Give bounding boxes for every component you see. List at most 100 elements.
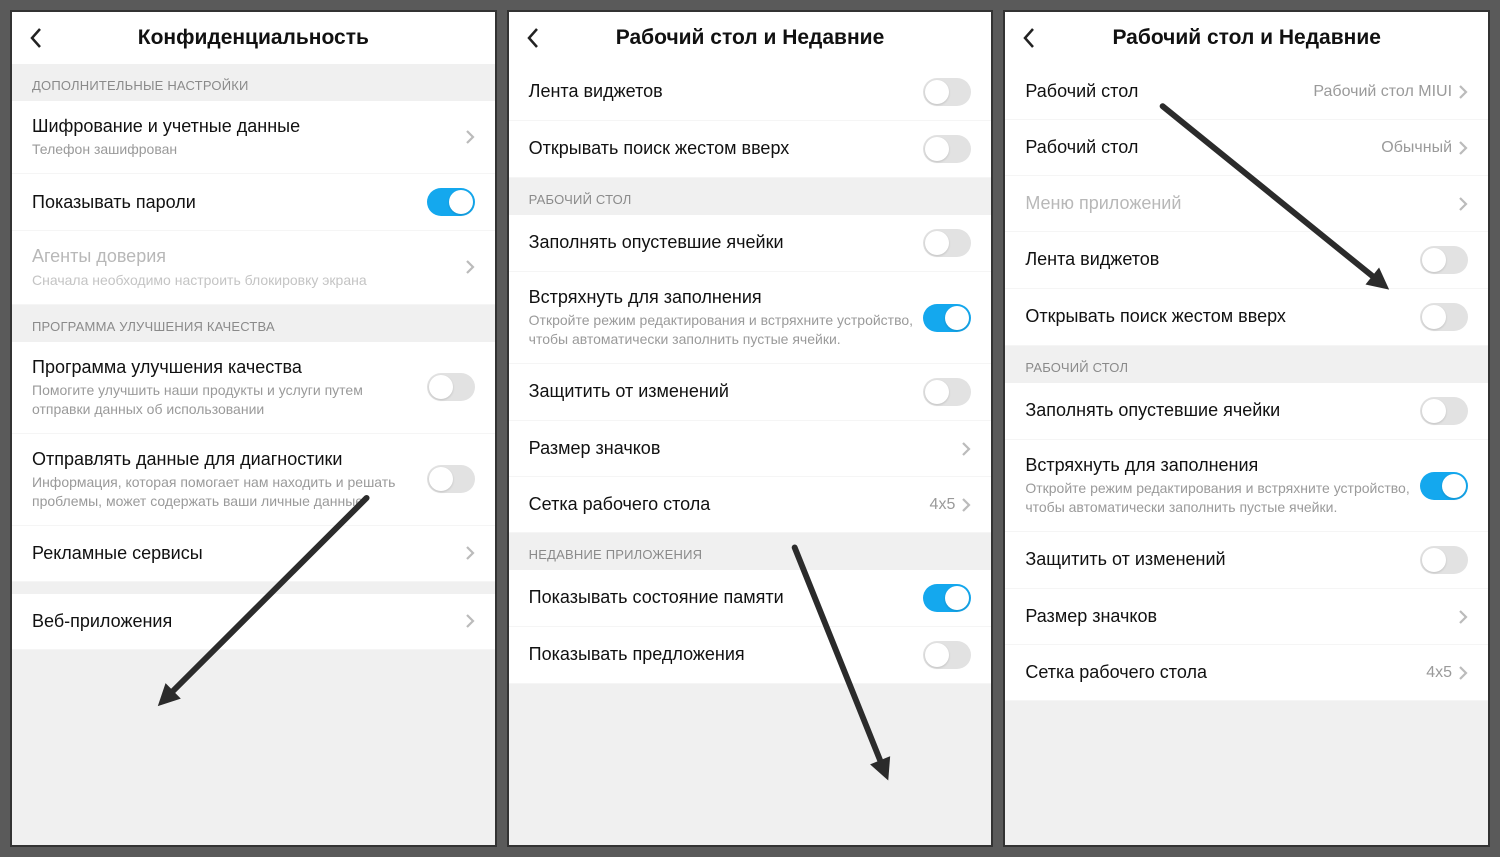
settings-row[interactable]: Защитить от изменений bbox=[509, 364, 992, 421]
settings-row[interactable]: Встряхнуть для заполненияОткройте режим … bbox=[1005, 440, 1488, 532]
back-button[interactable] bbox=[24, 26, 48, 50]
row-text: Защитить от изменений bbox=[1025, 548, 1420, 571]
toggle-switch[interactable] bbox=[923, 378, 971, 406]
chevron-left-icon bbox=[526, 27, 540, 49]
row-text: Размер значков bbox=[1025, 605, 1458, 628]
row-subtitle: Информация, которая помогает нам находит… bbox=[32, 473, 417, 511]
phone-screen-1: Рабочий стол и НедавниеЛента виджетовОтк… bbox=[507, 10, 994, 847]
settings-row[interactable]: Защитить от изменений bbox=[1005, 532, 1488, 589]
settings-row[interactable]: Показывать предложения bbox=[509, 627, 992, 684]
settings-row[interactable]: Заполнять опустевшие ячейки bbox=[1005, 383, 1488, 440]
settings-group: Шифрование и учетные данныеТелефон зашиф… bbox=[12, 101, 495, 305]
toggle-switch[interactable] bbox=[923, 304, 971, 332]
toggle-knob bbox=[1422, 399, 1446, 423]
row-title: Защитить от изменений bbox=[1025, 548, 1410, 571]
toggle-switch[interactable] bbox=[923, 78, 971, 106]
settings-row: Меню приложений bbox=[1005, 176, 1488, 232]
chevron-left-icon bbox=[1022, 27, 1036, 49]
toggle-switch[interactable] bbox=[923, 584, 971, 612]
settings-row[interactable]: Рекламные сервисы bbox=[12, 526, 495, 582]
settings-group: Показывать состояние памятиПоказывать пр… bbox=[509, 570, 992, 684]
settings-row[interactable]: Открывать поиск жестом вверх bbox=[1005, 289, 1488, 346]
settings-row[interactable]: Сетка рабочего стола 4x5 bbox=[509, 477, 992, 533]
row-text: Сетка рабочего стола bbox=[529, 493, 930, 516]
settings-row[interactable]: Показывать состояние памяти bbox=[509, 570, 992, 627]
settings-row[interactable]: Лента виджетов bbox=[509, 64, 992, 121]
toggle-switch[interactable] bbox=[427, 465, 475, 493]
back-button[interactable] bbox=[1017, 26, 1041, 50]
row-value: 4x5 bbox=[930, 496, 956, 514]
settings-row[interactable]: Открывать поиск жестом вверх bbox=[509, 121, 992, 178]
row-value: Обычный bbox=[1381, 139, 1452, 157]
row-title: Заполнять опустевшие ячейки bbox=[529, 231, 914, 254]
row-title: Меню приложений bbox=[1025, 192, 1448, 215]
settings-row[interactable]: Шифрование и учетные данныеТелефон зашиф… bbox=[12, 101, 495, 174]
row-title: Открывать поиск жестом вверх bbox=[529, 137, 914, 160]
settings-group: Веб-приложения bbox=[12, 594, 495, 650]
chevron-right-icon bbox=[1458, 84, 1468, 100]
row-text: Открывать поиск жестом вверх bbox=[1025, 305, 1420, 328]
settings-group: Рабочий столРабочий стол MIUIРабочий сто… bbox=[1005, 64, 1488, 346]
toggle-knob bbox=[925, 137, 949, 161]
row-subtitle: Откройте режим редактирования и встряхни… bbox=[529, 311, 914, 349]
row-title: Лента виджетов bbox=[1025, 248, 1410, 271]
settings-row[interactable]: Размер значков bbox=[1005, 589, 1488, 645]
phone-screen-0: КонфиденциальностьДОПОЛНИТЕЛЬНЫЕ НАСТРОЙ… bbox=[10, 10, 497, 847]
row-title: Встряхнуть для заполнения bbox=[529, 286, 914, 309]
chevron-right-icon bbox=[465, 545, 475, 561]
toggle-switch[interactable] bbox=[923, 229, 971, 257]
row-title: Открывать поиск жестом вверх bbox=[1025, 305, 1410, 328]
toggle-knob bbox=[429, 375, 453, 399]
row-title: Лента виджетов bbox=[529, 80, 914, 103]
toggle-knob bbox=[925, 380, 949, 404]
section-header: ДОПОЛНИТЕЛЬНЫЕ НАСТРОЙКИ bbox=[12, 64, 495, 101]
settings-row[interactable]: Встряхнуть для заполненияОткройте режим … bbox=[509, 272, 992, 364]
toggle-switch[interactable] bbox=[427, 373, 475, 401]
settings-row[interactable]: Программа улучшения качестваПомогите улу… bbox=[12, 342, 495, 434]
settings-row[interactable]: Рабочий столРабочий стол MIUI bbox=[1005, 64, 1488, 120]
row-text: Сетка рабочего стола bbox=[1025, 661, 1426, 684]
row-title: Сетка рабочего стола bbox=[529, 493, 920, 516]
row-text: Лента виджетов bbox=[529, 80, 924, 103]
chevron-right-icon bbox=[1458, 196, 1468, 212]
row-subtitle: Телефон зашифрован bbox=[32, 140, 455, 159]
settings-row[interactable]: Сетка рабочего стола4x5 bbox=[1005, 645, 1488, 701]
toggle-switch[interactable] bbox=[923, 135, 971, 163]
content: ДОПОЛНИТЕЛЬНЫЕ НАСТРОЙКИШифрование и уче… bbox=[12, 64, 495, 845]
toggle-switch[interactable] bbox=[1420, 546, 1468, 574]
settings-row: Агенты доверияСначала необходимо настрои… bbox=[12, 231, 495, 304]
toggle-switch[interactable] bbox=[1420, 303, 1468, 331]
settings-row[interactable]: Рабочий столОбычный bbox=[1005, 120, 1488, 176]
toggle-switch[interactable] bbox=[923, 641, 971, 669]
row-text: Рабочий стол bbox=[1025, 136, 1381, 159]
toggle-knob bbox=[945, 306, 969, 330]
row-text: Встряхнуть для заполненияОткройте режим … bbox=[1025, 454, 1420, 517]
back-button[interactable] bbox=[521, 26, 545, 50]
settings-row[interactable]: Размер значков bbox=[509, 421, 992, 477]
settings-row[interactable]: Лента виджетов bbox=[1005, 232, 1488, 289]
section-header: ПРОГРАММА УЛУЧШЕНИЯ КАЧЕСТВА bbox=[12, 305, 495, 342]
settings-row[interactable]: Отправлять данные для диагностикиИнформа… bbox=[12, 434, 495, 526]
toggle-switch[interactable] bbox=[1420, 472, 1468, 500]
settings-row[interactable]: Заполнять опустевшие ячейки bbox=[509, 215, 992, 272]
content: Лента виджетов Открывать поиск жестом вве… bbox=[509, 64, 992, 845]
row-title: Заполнять опустевшие ячейки bbox=[1025, 399, 1410, 422]
row-text: Агенты доверияСначала необходимо настрои… bbox=[32, 245, 465, 289]
toggle-knob bbox=[925, 643, 949, 667]
toggle-switch[interactable] bbox=[1420, 246, 1468, 274]
row-text: Отправлять данные для диагностикиИнформа… bbox=[32, 448, 427, 511]
row-text: Рабочий стол bbox=[1025, 80, 1313, 103]
header: Рабочий стол и Недавние bbox=[1005, 12, 1488, 64]
settings-group: Лента виджетов Открывать поиск жестом вве… bbox=[509, 64, 992, 178]
toggle-knob bbox=[429, 467, 453, 491]
row-title: Рабочий стол bbox=[1025, 80, 1303, 103]
chevron-left-icon bbox=[29, 27, 43, 49]
settings-row[interactable]: Показывать пароли bbox=[12, 174, 495, 231]
toggle-switch[interactable] bbox=[1420, 397, 1468, 425]
toggle-switch[interactable] bbox=[427, 188, 475, 216]
settings-row[interactable]: Веб-приложения bbox=[12, 594, 495, 650]
content: Рабочий столРабочий стол MIUIРабочий сто… bbox=[1005, 64, 1488, 845]
row-text: Рекламные сервисы bbox=[32, 542, 465, 565]
row-title: Рекламные сервисы bbox=[32, 542, 455, 565]
settings-group: Заполнять опустевшие ячейки Встряхнуть дл… bbox=[1005, 383, 1488, 701]
